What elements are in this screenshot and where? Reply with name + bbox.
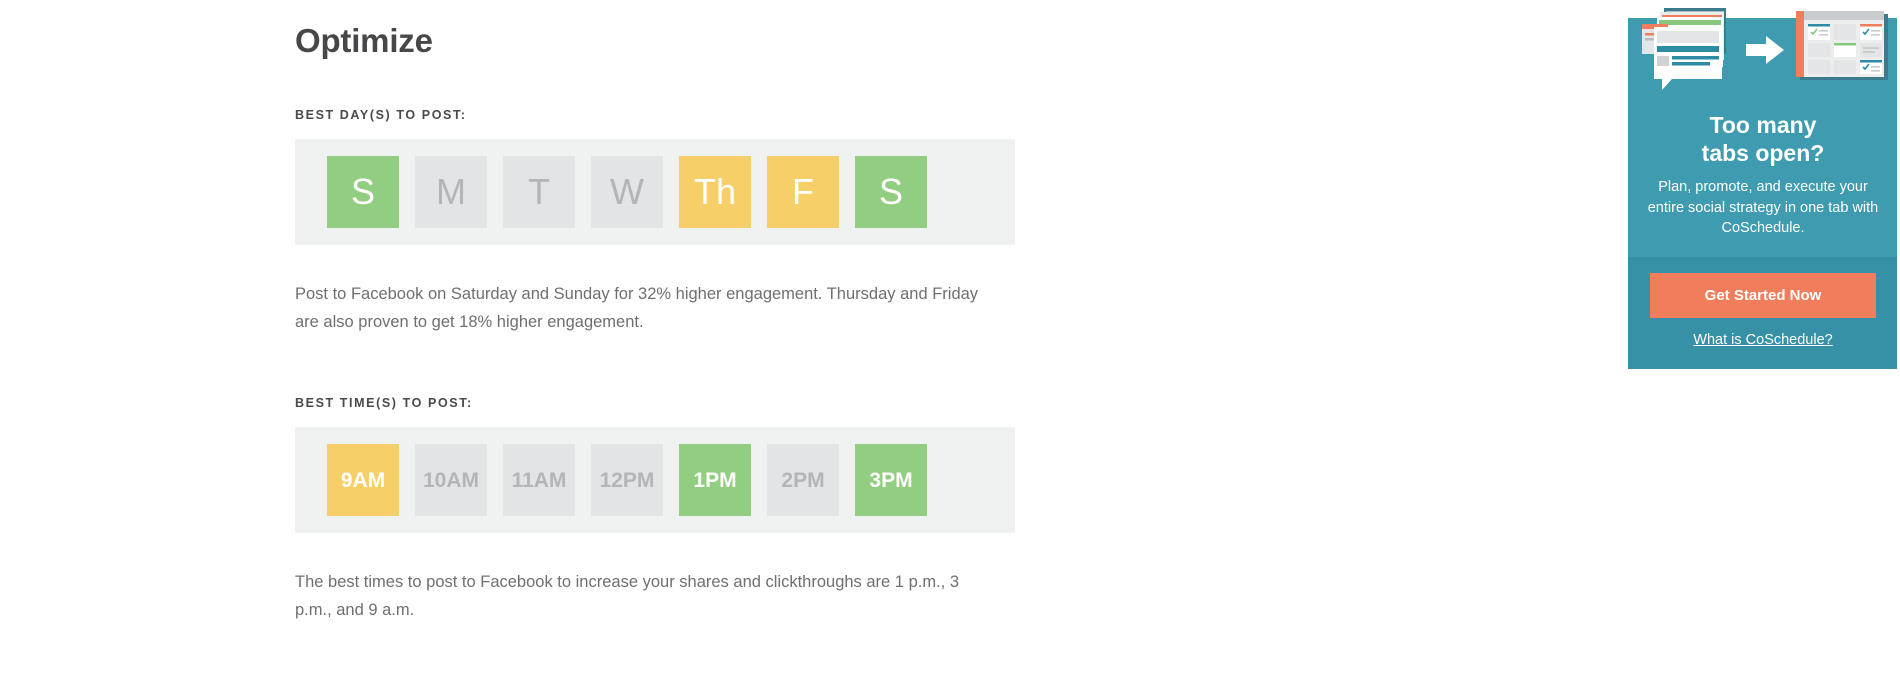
best-days-description: Post to Facebook on Saturday and Sunday …: [295, 285, 979, 331]
coschedule-ad: Too many tabs open? Plan, promote, and e…: [1628, 0, 1898, 369]
day-tile-label: W: [610, 171, 644, 212]
ad-headline: Too many tabs open?: [1646, 112, 1880, 167]
time-tile-strip: 9AM 10AM 11AM 12PM 1PM 2PM 3PM: [295, 427, 1015, 534]
day-tile-label: F: [792, 171, 814, 212]
day-tile-thursday[interactable]: Th: [679, 156, 751, 228]
day-tile-label: S: [350, 171, 375, 212]
ad-footer: Get Started Now What is CoSchedule?: [1628, 256, 1898, 369]
what-is-coschedule-link[interactable]: What is CoSchedule?: [1693, 332, 1832, 348]
time-tile-9am[interactable]: 9AM: [327, 444, 399, 517]
day-tile-label: Th: [693, 171, 736, 212]
time-tile-label: 12PM: [599, 468, 655, 492]
time-tile-label: 1PM: [693, 468, 737, 492]
day-tile-wednesday[interactable]: W: [591, 156, 663, 228]
ad-body: Too many tabs open? Plan, promote, and e…: [1628, 108, 1898, 257]
best-days-section: BEST DAY(S) TO POST: S M T W Th F S Post…: [295, 108, 1015, 336]
get-started-button[interactable]: Get Started Now: [1650, 272, 1876, 318]
time-tile-label: 2PM: [781, 468, 825, 492]
main-content: Optimize BEST DAY(S) TO POST: S M T W Th: [295, 0, 1015, 625]
time-tile-10am[interactable]: 10AM: [415, 444, 487, 517]
day-tile-label: T: [528, 171, 550, 212]
best-times-label: BEST TIME(S) TO POST:: [295, 396, 473, 411]
time-tile-12pm[interactable]: 12PM: [591, 444, 663, 517]
day-tile-sunday[interactable]: S: [327, 156, 399, 228]
best-days-label: BEST DAY(S) TO POST:: [295, 108, 467, 122]
ad-subtext: Plan, promote, and execute your entire s…: [1647, 179, 1879, 237]
day-tile-friday[interactable]: F: [767, 156, 839, 228]
time-tile-11am[interactable]: 11AM: [503, 444, 575, 517]
day-tile-strip: S M T W Th F S: [295, 139, 1015, 245]
day-tile-label: M: [436, 171, 466, 212]
best-times-description: The best times to post to Facebook to in…: [295, 573, 960, 620]
day-tile-label: S: [878, 171, 903, 212]
time-tile-label: 10AM: [422, 468, 480, 492]
time-tile-1pm[interactable]: 1PM: [679, 444, 751, 517]
tabs-to-calendar-icon: [1628, 0, 1898, 108]
ad-headline-line2: tabs open?: [1701, 139, 1825, 166]
ad-headline-line1: Too many: [1709, 112, 1817, 138]
time-tile-3pm[interactable]: 3PM: [855, 444, 927, 517]
time-tile-label: 11AM: [511, 468, 567, 492]
time-tile-2pm[interactable]: 2PM: [767, 444, 839, 517]
best-times-section: BEST TIME(S) TO POST: 9AM 10AM 11AM 12PM…: [295, 396, 1015, 624]
day-tile-monday[interactable]: M: [415, 156, 487, 228]
day-tile-saturday[interactable]: S: [855, 156, 927, 228]
ad-hero: [1628, 0, 1898, 108]
day-tile-tuesday[interactable]: T: [503, 156, 575, 228]
page-title: Optimize: [295, 22, 433, 59]
time-tile-label: 3PM: [869, 468, 913, 492]
page-root: Optimize BEST DAY(S) TO POST: S M T W Th: [0, 0, 1900, 677]
time-tile-label: 9AM: [340, 468, 386, 492]
